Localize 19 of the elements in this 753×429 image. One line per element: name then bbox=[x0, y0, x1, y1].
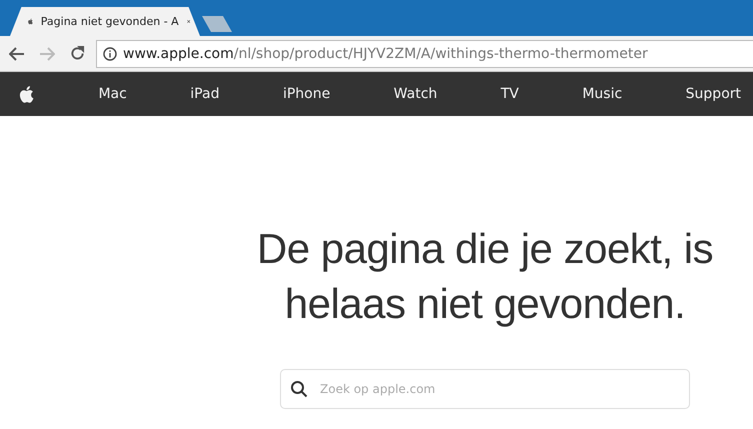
apple-logo-icon bbox=[18, 86, 35, 102]
search-field[interactable]: Zoek op apple.com bbox=[280, 369, 690, 409]
nav-link[interactable]: Watch bbox=[394, 86, 438, 102]
nav-link[interactable]: Mac bbox=[98, 86, 127, 102]
nav-link[interactable]: TV bbox=[500, 86, 519, 102]
url-text: www.apple.com/nl/shop/product/HJYV2ZM/A/withings-thermo-thermometer bbox=[123, 46, 648, 62]
close-icon[interactable] bbox=[186, 17, 190, 26]
address-bar[interactable]: www.apple.com/nl/shop/product/HJYV2ZM/A/withings-thermo-thermometer bbox=[96, 40, 753, 68]
browser-tab[interactable]: Pagina niet gevonden - A bbox=[10, 7, 200, 36]
nav-link[interactable]: iPad bbox=[190, 86, 220, 102]
tab-title: Pagina niet gevonden - A bbox=[40, 15, 179, 28]
page-heading: De pagina die je zoekt, is helaas niet gevonden. bbox=[256, 224, 714, 329]
nav-link[interactable]: iPhone bbox=[282, 86, 330, 102]
back-icon[interactable] bbox=[9, 46, 25, 60]
nav-link[interactable]: Music bbox=[582, 86, 622, 102]
reload-icon[interactable] bbox=[70, 46, 84, 61]
info-icon bbox=[103, 46, 117, 60]
nav-link[interactable]: Support bbox=[686, 86, 741, 102]
search-icon bbox=[290, 380, 308, 398]
